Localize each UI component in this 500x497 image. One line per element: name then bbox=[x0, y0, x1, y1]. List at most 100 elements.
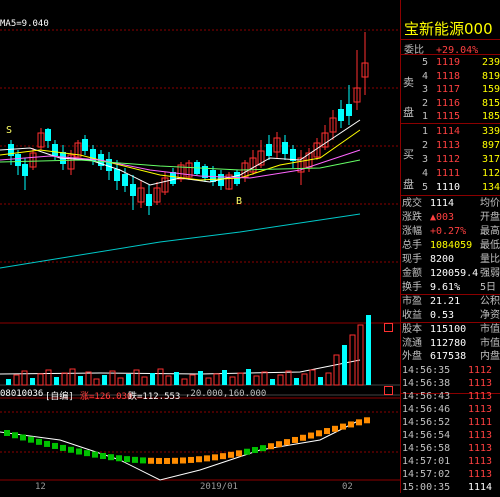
volume-bar bbox=[102, 375, 107, 385]
indicator-square bbox=[180, 457, 186, 464]
indicator-name[interactable]: [自编] bbox=[45, 389, 74, 402]
stat-label: 涨跌 bbox=[402, 212, 422, 223]
volume: 3390 bbox=[482, 126, 500, 137]
tick-time: 14:56:46 bbox=[402, 404, 451, 415]
stat-right-label: 公积 bbox=[480, 296, 500, 307]
candle-body bbox=[338, 109, 344, 121]
stock-name: 宝新能源 bbox=[404, 20, 465, 38]
date-label-1: 12 bbox=[35, 482, 46, 492]
stat-right-label: 内盘 bbox=[480, 351, 500, 362]
volume-bar bbox=[213, 373, 220, 386]
volume: 1120 bbox=[482, 168, 500, 179]
volume: 819 bbox=[482, 70, 500, 82]
stat-value: 112780 bbox=[430, 337, 467, 349]
volume-bar bbox=[222, 370, 227, 385]
stat-label: 总手 bbox=[402, 240, 422, 251]
tick-time: 14:56:38 bbox=[402, 378, 451, 389]
vol-ma-line bbox=[0, 359, 361, 375]
price: 1112 bbox=[436, 154, 461, 165]
price: 1111 bbox=[436, 168, 461, 179]
indicator-square bbox=[164, 457, 170, 464]
volume-bar bbox=[198, 371, 203, 385]
indicator-square bbox=[204, 455, 210, 462]
indicator-square bbox=[92, 451, 98, 458]
stat-right-label: 净资 bbox=[480, 309, 500, 321]
level: 3 bbox=[422, 154, 429, 165]
volume-bars-group bbox=[6, 315, 371, 386]
indicator-square bbox=[156, 457, 162, 464]
stat-value: ▲003 bbox=[430, 212, 455, 223]
tick-price: 1113 bbox=[468, 404, 493, 415]
volume-bar bbox=[69, 368, 76, 386]
volume: 897 bbox=[482, 140, 500, 151]
level: 5 bbox=[422, 182, 429, 193]
price: 1118 bbox=[436, 70, 461, 82]
volume-bar bbox=[93, 378, 100, 386]
candle-body bbox=[106, 159, 112, 171]
indicator-square bbox=[308, 432, 314, 439]
indicator-line bbox=[0, 419, 361, 481]
volume-bar bbox=[309, 369, 316, 386]
stat-right-label: 强弱 bbox=[480, 268, 500, 279]
tick-price: 1113 bbox=[468, 443, 493, 454]
stat-value: 1114 bbox=[430, 198, 455, 209]
stat-value: 8200 bbox=[430, 254, 455, 265]
candle-body bbox=[266, 144, 272, 156]
kline-chart[interactable]: MA5=9.040 S B 08010036 [自编] 涨=126.030 跌=… bbox=[0, 0, 400, 493]
indicator-square bbox=[268, 443, 274, 450]
indicator-square bbox=[172, 457, 178, 464]
indicator-square bbox=[148, 457, 154, 464]
indicator-square bbox=[220, 453, 226, 460]
stock-code: 000 bbox=[464, 20, 493, 38]
indicator-square bbox=[52, 442, 58, 449]
candle-body bbox=[146, 194, 152, 206]
tick-price: 1111 bbox=[468, 417, 493, 428]
volume-label: 08010036 bbox=[0, 389, 44, 399]
close-panel-icon[interactable] bbox=[384, 323, 393, 332]
level: 2 bbox=[422, 97, 429, 109]
stat-right-label: 市值 bbox=[480, 324, 500, 335]
volume-bar bbox=[253, 375, 260, 386]
volume-bar bbox=[85, 371, 92, 386]
close-panel-icon[interactable] bbox=[384, 386, 393, 395]
tick-time: 15:00:35 bbox=[402, 482, 451, 493]
stat-value: +0.27% bbox=[430, 226, 467, 237]
price: 1110 bbox=[436, 182, 461, 193]
price: 1113 bbox=[436, 140, 461, 151]
level: 4 bbox=[422, 70, 429, 82]
ma-legend: MA5=9.040 bbox=[0, 19, 49, 29]
volume-bar bbox=[189, 374, 196, 386]
volume-bar bbox=[165, 375, 172, 386]
volume-bar bbox=[366, 315, 371, 385]
divider bbox=[400, 195, 500, 196]
candle-body bbox=[114, 169, 120, 181]
volume-bar bbox=[325, 372, 332, 386]
volume-bar bbox=[229, 376, 236, 386]
stock-title[interactable]: 宝新能源000 bbox=[404, 18, 493, 39]
volume-bar bbox=[37, 373, 44, 386]
tick-time: 14:56:35 bbox=[402, 365, 451, 376]
indicator-square bbox=[4, 430, 10, 436]
indicator-square bbox=[356, 419, 362, 426]
indicator-square bbox=[76, 448, 82, 455]
volume-bar bbox=[13, 374, 20, 386]
price-chart-svg[interactable] bbox=[0, 0, 400, 493]
volume-bar bbox=[294, 378, 299, 385]
stat-value: 1084059 bbox=[430, 240, 473, 251]
volume-bar bbox=[150, 373, 155, 385]
indicator-square bbox=[60, 444, 66, 451]
candle-body bbox=[130, 184, 136, 196]
stat-label: 涨幅 bbox=[402, 226, 422, 237]
candle-body bbox=[170, 172, 176, 184]
stat-value: 617538 bbox=[430, 351, 467, 362]
candles-group bbox=[8, 32, 369, 215]
tick-time: 14:56:58 bbox=[402, 443, 451, 454]
tick-time: 14:57:02 bbox=[402, 469, 451, 480]
candle-body bbox=[52, 144, 58, 156]
tick-time: 14:56:54 bbox=[402, 430, 451, 441]
volume: 159 bbox=[482, 84, 500, 95]
date-label-3: 02 bbox=[342, 482, 353, 492]
indicator-square bbox=[332, 425, 338, 432]
volume-bar bbox=[45, 369, 52, 386]
price: 1114 bbox=[436, 126, 461, 137]
